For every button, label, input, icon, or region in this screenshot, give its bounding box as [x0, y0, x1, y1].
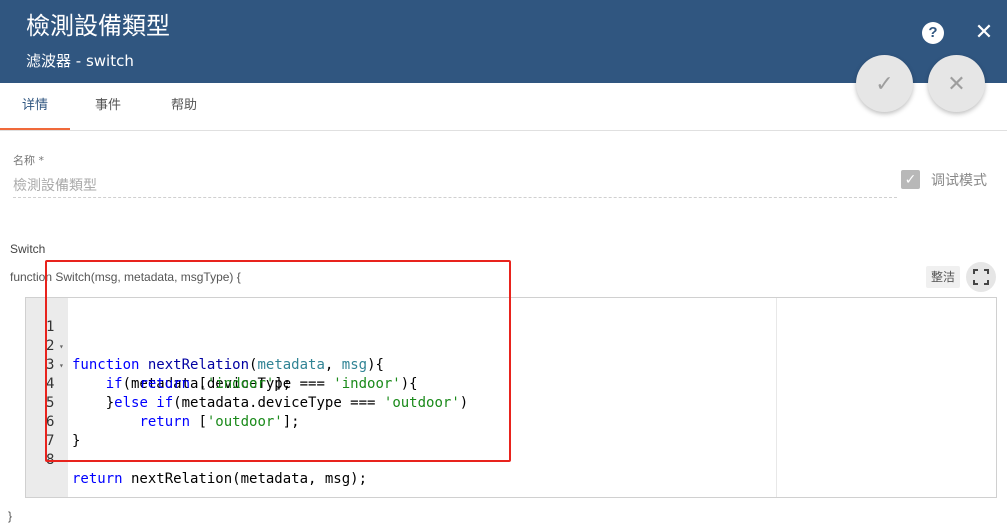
dialog-header: 檢測設備類型 滤波器 - switch ? ✕ — [0, 0, 1007, 83]
code-text: return nextRelation(metadata, msg); — [72, 471, 368, 487]
annotation-highlight-box — [45, 260, 511, 462]
dialog-subtitle: 滤波器 - switch — [26, 52, 134, 70]
script-section-label: Switch — [10, 242, 46, 256]
fullscreen-icon — [973, 269, 989, 285]
close-icon[interactable]: ✕ — [973, 20, 995, 44]
dialog-title: 檢測設備類型 — [26, 12, 170, 40]
active-tab-indicator — [0, 128, 70, 130]
tab-help[interactable]: 帮助 — [148, 83, 220, 131]
tab-details[interactable]: 详情 — [0, 83, 70, 131]
name-field[interactable] — [13, 172, 897, 198]
name-field-label: 名称 * — [13, 154, 44, 167]
fullscreen-button[interactable] — [966, 262, 996, 292]
help-icon[interactable]: ? — [922, 22, 944, 44]
debug-mode-label: 调试模式 — [931, 173, 987, 189]
debug-mode-checkbox[interactable]: ✓ — [901, 170, 920, 189]
function-closing-brace: } — [8, 509, 13, 523]
tab-events[interactable]: 事件 — [72, 83, 144, 131]
tidy-button[interactable]: 整洁 — [926, 266, 960, 288]
tab-bar: 详情 事件 帮助 — [0, 83, 1007, 131]
print-margin — [776, 298, 777, 497]
